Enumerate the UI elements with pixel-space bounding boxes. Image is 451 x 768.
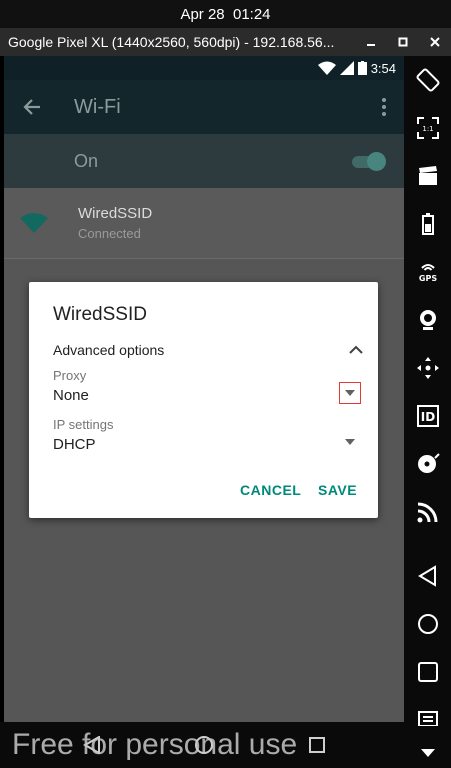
move-arrows-icon	[416, 357, 439, 379]
proxy-dropdown[interactable]	[339, 382, 361, 404]
square-recents-icon	[417, 662, 438, 682]
toggle-thumb	[367, 152, 386, 171]
minimize-button[interactable]	[355, 28, 387, 56]
nav-home-tool-button[interactable]	[404, 606, 451, 642]
more-options-button[interactable]	[364, 80, 404, 134]
svg-text:1:1: 1:1	[422, 125, 433, 133]
circle-home-icon	[417, 614, 438, 634]
maximize-icon	[398, 37, 408, 47]
wifi-toggle[interactable]	[350, 152, 386, 171]
nav-recents-tool-button[interactable]	[404, 654, 451, 690]
id-card-icon: ID	[416, 405, 439, 427]
wifi-signal-icon	[317, 61, 336, 75]
ip-settings-dropdown[interactable]	[339, 431, 361, 453]
app-bar: Wi-Fi	[4, 80, 404, 134]
menu-icon	[417, 711, 438, 726]
window-title: Google Pixel XL (1440x2560, 560dpi) - 19…	[8, 34, 335, 50]
network-button[interactable]	[404, 494, 451, 530]
network-ssid: WiredSSID	[78, 205, 153, 222]
watermark: Free for personal use	[12, 728, 298, 761]
maximize-button[interactable]	[387, 28, 419, 56]
screen-rotation-icon	[416, 68, 439, 92]
device-screen: 3:54 Wi-Fi On WiredSSID Connected WiredS…	[4, 56, 404, 722]
disk-io-button[interactable]	[404, 446, 451, 482]
more-vert-icon	[382, 98, 386, 116]
divider	[4, 258, 404, 259]
emulator-title-bar: Google Pixel XL (1440x2560, 560dpi) - 19…	[0, 28, 451, 56]
wifi-switch-label: On	[74, 150, 99, 171]
screencast-button[interactable]	[404, 158, 451, 194]
arrow-back-icon	[23, 99, 40, 115]
back-button[interactable]	[4, 80, 60, 134]
battery-button[interactable]	[404, 206, 451, 242]
svg-text:ID: ID	[420, 410, 434, 424]
pixel-perfect-button[interactable]: 1:1	[404, 110, 451, 146]
menu-tool-button[interactable]	[404, 706, 451, 726]
rotate-button[interactable]	[404, 62, 451, 98]
clapperboard-icon	[418, 166, 437, 185]
android-status-bar: 3:54	[4, 56, 404, 80]
page-title: Wi-Fi	[74, 95, 121, 118]
nav-recents-icon[interactable]	[308, 736, 326, 754]
scroll-down-button[interactable]	[404, 738, 451, 768]
chevron-up-icon	[349, 345, 363, 354]
rss-icon	[417, 502, 437, 523]
ip-settings-label: IP settings	[53, 417, 114, 432]
webcam-icon	[419, 310, 436, 330]
save-button[interactable]: SAVE	[318, 482, 357, 498]
battery-icon	[357, 61, 367, 75]
emulator-toolbar: 1:1 GPS ID	[404, 56, 451, 768]
proxy-label: Proxy	[53, 368, 87, 383]
dialog-title: WiredSSID	[53, 304, 147, 325]
remote-control-button[interactable]	[404, 350, 451, 386]
one-to-one-icon: 1:1	[416, 117, 439, 139]
proxy-value[interactable]: None	[53, 387, 89, 404]
status-time: 3:54	[370, 60, 396, 76]
advanced-options-label: Advanced options	[53, 342, 165, 358]
cell-signal-icon	[339, 61, 354, 75]
ip-settings-value[interactable]: DHCP	[53, 436, 96, 453]
gps-icon: GPS	[418, 264, 437, 283]
datetime: Apr 28 01:24	[180, 5, 271, 23]
battery-icon	[421, 213, 434, 235]
device-id-button[interactable]: ID	[404, 398, 451, 434]
arrow-drop-down-icon	[345, 439, 355, 445]
svg-text:GPS: GPS	[418, 274, 436, 283]
network-dialog: WiredSSID Advanced options Proxy None IP…	[29, 282, 378, 518]
triangle-back-icon	[417, 565, 436, 587]
close-window-button[interactable]	[419, 28, 451, 56]
network-status: Connected	[78, 226, 141, 241]
cancel-button[interactable]: CANCEL	[240, 482, 301, 498]
gps-button[interactable]: GPS	[404, 254, 451, 290]
caret-down-icon	[420, 749, 435, 757]
system-top-bar: Apr 28 01:24	[0, 0, 451, 28]
minimize-icon	[367, 44, 375, 46]
arrow-drop-down-icon	[345, 390, 355, 396]
wifi-strength-icon	[4, 213, 64, 233]
camera-button[interactable]	[404, 302, 451, 338]
advanced-options-toggle[interactable]: Advanced options	[53, 338, 363, 362]
disc-icon	[417, 453, 440, 473]
close-icon	[430, 37, 440, 47]
nav-back-tool-button[interactable]	[404, 558, 451, 594]
wifi-master-switch-row[interactable]: On	[4, 134, 404, 188]
network-row[interactable]: WiredSSID Connected	[4, 188, 404, 258]
